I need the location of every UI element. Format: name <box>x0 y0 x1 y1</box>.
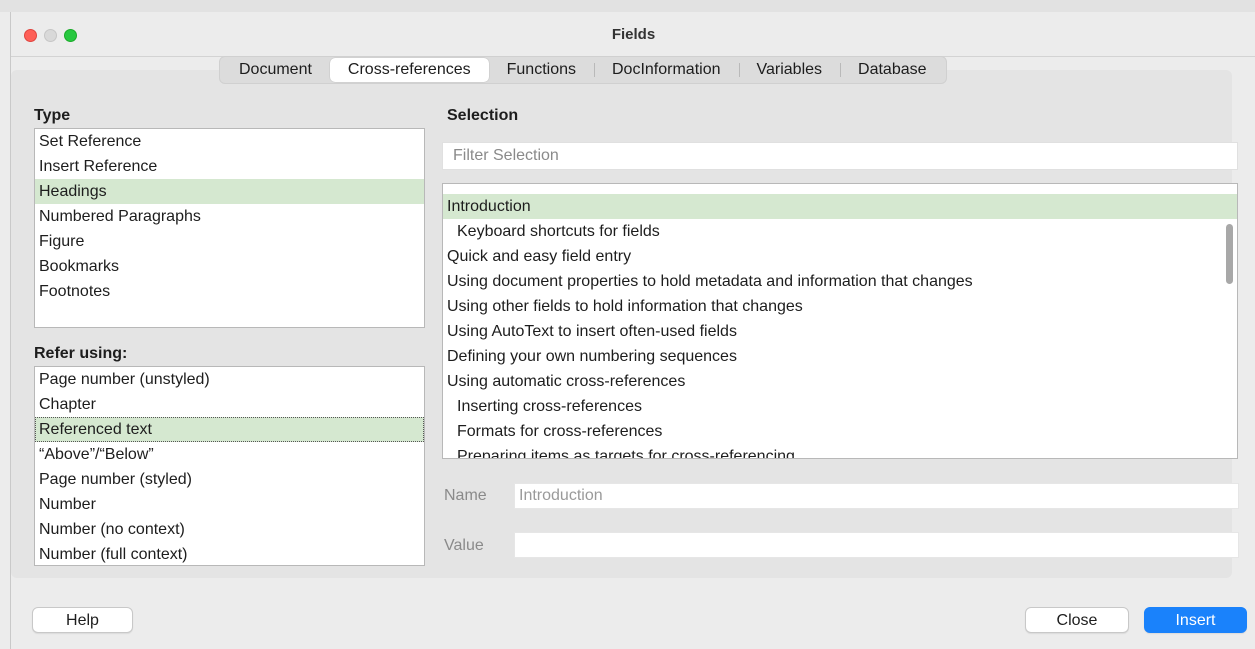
value-field[interactable] <box>514 532 1239 558</box>
refer-list-item[interactable]: Number (no context) <box>35 517 424 542</box>
refer-list-item[interactable]: Chapter <box>35 392 424 417</box>
tab-database[interactable]: Database <box>840 58 945 82</box>
type-list-item[interactable]: Set Reference <box>35 129 424 154</box>
selection-listbox[interactable]: Introduction Keyboard shortcuts for field… <box>442 183 1238 459</box>
refer-list-item[interactable]: “Above”/“Below” <box>35 442 424 467</box>
value-label: Value <box>444 537 484 554</box>
background-window-strip <box>0 0 1255 12</box>
type-listbox[interactable]: Set Reference Insert Reference Headings Num… <box>34 128 425 328</box>
type-list-item[interactable]: Footnotes <box>35 279 424 304</box>
type-list-item[interactable]: Bookmarks <box>35 254 424 279</box>
filter-selection-input[interactable]: Filter Selection <box>442 142 1238 170</box>
name-label: Name <box>444 487 487 504</box>
selection-list-item[interactable]: Inserting cross-references <box>443 394 1237 419</box>
tab-functions[interactable]: Functions <box>489 58 594 82</box>
tab-cross-references[interactable]: Cross-references <box>329 58 489 82</box>
selection-list-item[interactable]: Using AutoText to insert often-used fiel… <box>443 319 1237 344</box>
selection-list-item[interactable]: Using automatic cross-references <box>443 369 1237 394</box>
selection-list-item[interactable]: Introduction <box>443 194 1237 219</box>
name-field[interactable]: Introduction <box>514 483 1239 509</box>
refer-using-listbox[interactable]: Page number (unstyled) Chapter Referenced … <box>34 366 425 566</box>
refer-list-item[interactable]: Number <box>35 492 424 517</box>
refer-list-item[interactable]: Page number (styled) <box>35 467 424 492</box>
selection-list-item[interactable]: Quick and easy field entry <box>443 244 1237 269</box>
type-list-item[interactable]: Numbered Paragraphs <box>35 204 424 229</box>
refer-list-item[interactable]: Number (full context) <box>35 542 424 565</box>
type-list-item[interactable]: Headings <box>35 179 424 204</box>
close-button[interactable]: Close <box>1025 607 1129 633</box>
insert-button[interactable]: Insert <box>1144 607 1247 633</box>
tab-variables[interactable]: Variables <box>738 58 841 82</box>
tab-docinformation[interactable]: DocInformation <box>594 58 739 82</box>
selection-list-item[interactable]: Formats for cross-references <box>443 419 1237 444</box>
refer-using-label: Refer using: <box>34 345 128 362</box>
selection-label: Selection <box>447 107 519 124</box>
selection-scrollbar[interactable] <box>1226 224 1233 284</box>
type-label: Type <box>34 107 71 124</box>
tab-bar: Document Cross-references Functions DocI… <box>219 56 947 84</box>
type-list-item[interactable]: Figure <box>35 229 424 254</box>
selection-list-item[interactable]: Keyboard shortcuts for fields <box>443 219 1237 244</box>
help-button[interactable]: Help <box>32 607 133 633</box>
title-bar: Fields <box>11 12 1255 57</box>
tab-document[interactable]: Document <box>221 58 330 82</box>
selection-list-item[interactable]: Using other fields to hold information t… <box>443 294 1237 319</box>
window-title: Fields <box>611 26 656 43</box>
selection-list-item[interactable]: Using document properties to hold metada… <box>443 269 1237 294</box>
type-list-item[interactable]: Insert Reference <box>35 154 424 179</box>
selection-list-item[interactable]: Defining your own numbering sequences <box>443 344 1237 369</box>
refer-list-item[interactable]: Page number (unstyled) <box>35 367 424 392</box>
selection-list-item[interactable]: Preparing items as targets for cross-ref… <box>443 444 1237 458</box>
refer-list-item[interactable]: Referenced text <box>35 417 424 442</box>
